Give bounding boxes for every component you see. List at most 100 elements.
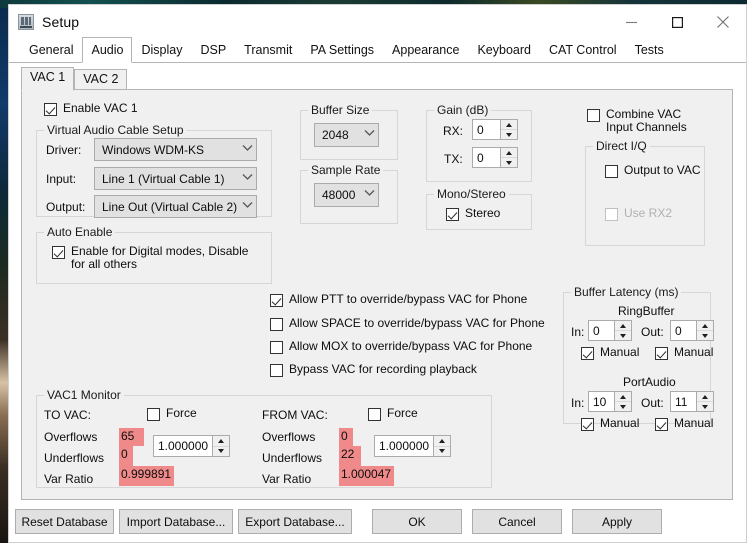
gain-rx-stepper[interactable]: 0 [472, 119, 518, 140]
stepper-buttons[interactable] [500, 148, 517, 167]
driver-combo[interactable]: Windows WDM-KS [94, 138, 257, 161]
to-vac-force-checkbox[interactable]: Force [147, 407, 197, 421]
tab-appearance[interactable]: Appearance [383, 39, 468, 62]
auto-enable-checkbox[interactable]: Enable for Digital modes, Disable for al… [52, 245, 257, 271]
stepper-buttons[interactable] [696, 392, 713, 411]
stepper-up-icon[interactable] [213, 436, 229, 447]
stereo-checkbox[interactable]: Stereo [446, 207, 500, 221]
to-vac-underflows-value: 0 [119, 446, 133, 466]
stepper-down-icon[interactable] [697, 331, 713, 340]
allow-mox-override-checkbox[interactable]: Allow MOX to override/bypass VAC for Pho… [270, 340, 532, 354]
output-to-vac-checkbox[interactable]: Output to VAC [605, 164, 700, 178]
stepper-buttons[interactable] [212, 436, 229, 456]
input-combo[interactable]: Line 1 (Virtual Cable 1) [94, 167, 257, 190]
maximize-icon[interactable] [654, 5, 700, 39]
stepper-up-icon[interactable] [615, 321, 631, 331]
sample-rate-combo[interactable]: 48000 [314, 183, 379, 207]
gain-title: Gain (dB) [434, 103, 492, 117]
tab-tests[interactable]: Tests [626, 39, 673, 62]
input-value: Line 1 (Virtual Cable 1) [102, 171, 225, 186]
tab-vac2[interactable]: VAC 2 [74, 69, 128, 90]
stepper-down-icon[interactable] [615, 402, 631, 411]
allow-space-override-checkbox[interactable]: Allow SPACE to override/bypass VAC for P… [270, 317, 545, 331]
close-icon[interactable] [700, 5, 746, 39]
portaudio-out-stepper[interactable]: 11 [670, 391, 714, 412]
apply-button[interactable]: Apply [572, 509, 662, 534]
checkbox-box [605, 165, 618, 178]
stepper-buttons[interactable] [614, 321, 631, 340]
tab-general[interactable]: General [20, 39, 82, 62]
stepper-buttons[interactable] [614, 392, 631, 411]
enable-vac1-checkbox[interactable]: Enable VAC 1 [44, 102, 138, 116]
portaudio-in-value: 10 [593, 394, 607, 409]
to-vac-ratio-stepper[interactable]: 1.000000 [153, 435, 230, 457]
stepper-down-icon[interactable] [501, 130, 517, 139]
checkbox-box [581, 418, 594, 431]
stepper-down-icon[interactable] [697, 402, 713, 411]
ringbuffer-in-stepper[interactable]: 0 [588, 320, 632, 341]
minimize-icon[interactable] [608, 5, 654, 39]
tab-dsp[interactable]: DSP [191, 39, 235, 62]
ringbuffer-out-manual-checkbox[interactable]: Manual [655, 346, 713, 360]
stepper-up-icon[interactable] [501, 120, 517, 130]
tab-cat-control[interactable]: CAT Control [540, 39, 626, 62]
ringbuffer-out-stepper[interactable]: 0 [670, 320, 714, 341]
tab-vac1[interactable]: VAC 1 [21, 67, 75, 91]
from-vac-force-checkbox[interactable]: Force [368, 407, 418, 421]
stepper-down-icon[interactable] [501, 158, 517, 167]
ringbuffer-out-label: Out: [641, 325, 664, 339]
vac1-monitor-title: VAC1 Monitor [44, 388, 124, 402]
import-database-button[interactable]: Import Database... [119, 509, 233, 534]
tab-audio[interactable]: Audio [82, 37, 133, 63]
tab-pa-settings[interactable]: PA Settings [301, 39, 383, 62]
portaudio-out-manual-checkbox[interactable]: Manual [655, 417, 713, 431]
portaudio-in-manual-checkbox[interactable]: Manual [581, 417, 639, 431]
auto-enable-title: Auto Enable [44, 225, 116, 239]
stepper-up-icon[interactable] [615, 392, 631, 402]
export-database-button[interactable]: Export Database... [238, 509, 352, 534]
from-vac-overflows-label: Overflows [262, 430, 316, 444]
tab-display[interactable]: Display [132, 39, 191, 62]
tab-transmit[interactable]: Transmit [235, 39, 301, 62]
cancel-button[interactable]: Cancel [472, 509, 562, 534]
combine-vac-label: Combine VAC Input Channels [606, 107, 687, 134]
ringbuffer-in-manual-checkbox[interactable]: Manual [581, 346, 639, 360]
enable-vac1-label: Enable VAC 1 [63, 101, 138, 115]
to-vac-underflows-label: Underflows [44, 451, 105, 465]
stepper-buttons[interactable] [500, 120, 517, 139]
stepper-up-icon[interactable] [501, 148, 517, 158]
stepper-down-icon[interactable] [434, 447, 450, 457]
from-vac-varratio-label: Var Ratio [262, 472, 312, 486]
output-label: Output: [46, 200, 86, 214]
stepper-up-icon[interactable] [697, 392, 713, 402]
window-controls [608, 5, 746, 39]
ok-button[interactable]: OK [372, 509, 462, 534]
combine-vac-input-channels-checkbox[interactable]: Combine VAC Input Channels [587, 108, 687, 134]
reset-database-button[interactable]: Reset Database [15, 509, 114, 534]
output-combo[interactable]: Line Out (Virtual Cable 2) [94, 195, 257, 218]
checkbox-box [44, 103, 57, 116]
stepper-buttons[interactable] [433, 436, 450, 456]
checkbox-box [446, 208, 459, 221]
checkbox-box [605, 208, 618, 221]
portaudio-out-value: 11 [675, 394, 688, 409]
driver-value: Windows WDM-KS [102, 142, 205, 157]
stepper-up-icon[interactable] [697, 321, 713, 331]
allow-ptt-override-checkbox[interactable]: Allow PTT to override/bypass VAC for Pho… [270, 293, 527, 307]
allow-mox-override-label: Allow MOX to override/bypass VAC for Pho… [289, 339, 533, 353]
stepper-buttons[interactable] [696, 321, 713, 340]
stepper-down-icon[interactable] [615, 331, 631, 340]
buffer-size-combo[interactable]: 2048 [314, 123, 379, 147]
checkbox-box [655, 418, 668, 431]
bypass-vac-recording-checkbox[interactable]: Bypass VAC for recording playback [270, 363, 477, 377]
stepper-up-icon[interactable] [434, 436, 450, 447]
stepper-down-icon[interactable] [213, 447, 229, 457]
from-vac-ratio-stepper[interactable]: 1.000000 [374, 435, 451, 457]
to-vac-overflows-label: Overflows [44, 430, 98, 444]
portaudio-in-stepper[interactable]: 10 [588, 391, 632, 412]
portaudio-heading: PortAudio [623, 375, 676, 389]
use-rx2-label: Use RX2 [624, 206, 673, 220]
gain-tx-stepper[interactable]: 0 [472, 147, 518, 168]
tab-keyboard[interactable]: Keyboard [468, 39, 540, 62]
to-vac-heading: TO VAC: [44, 408, 91, 422]
